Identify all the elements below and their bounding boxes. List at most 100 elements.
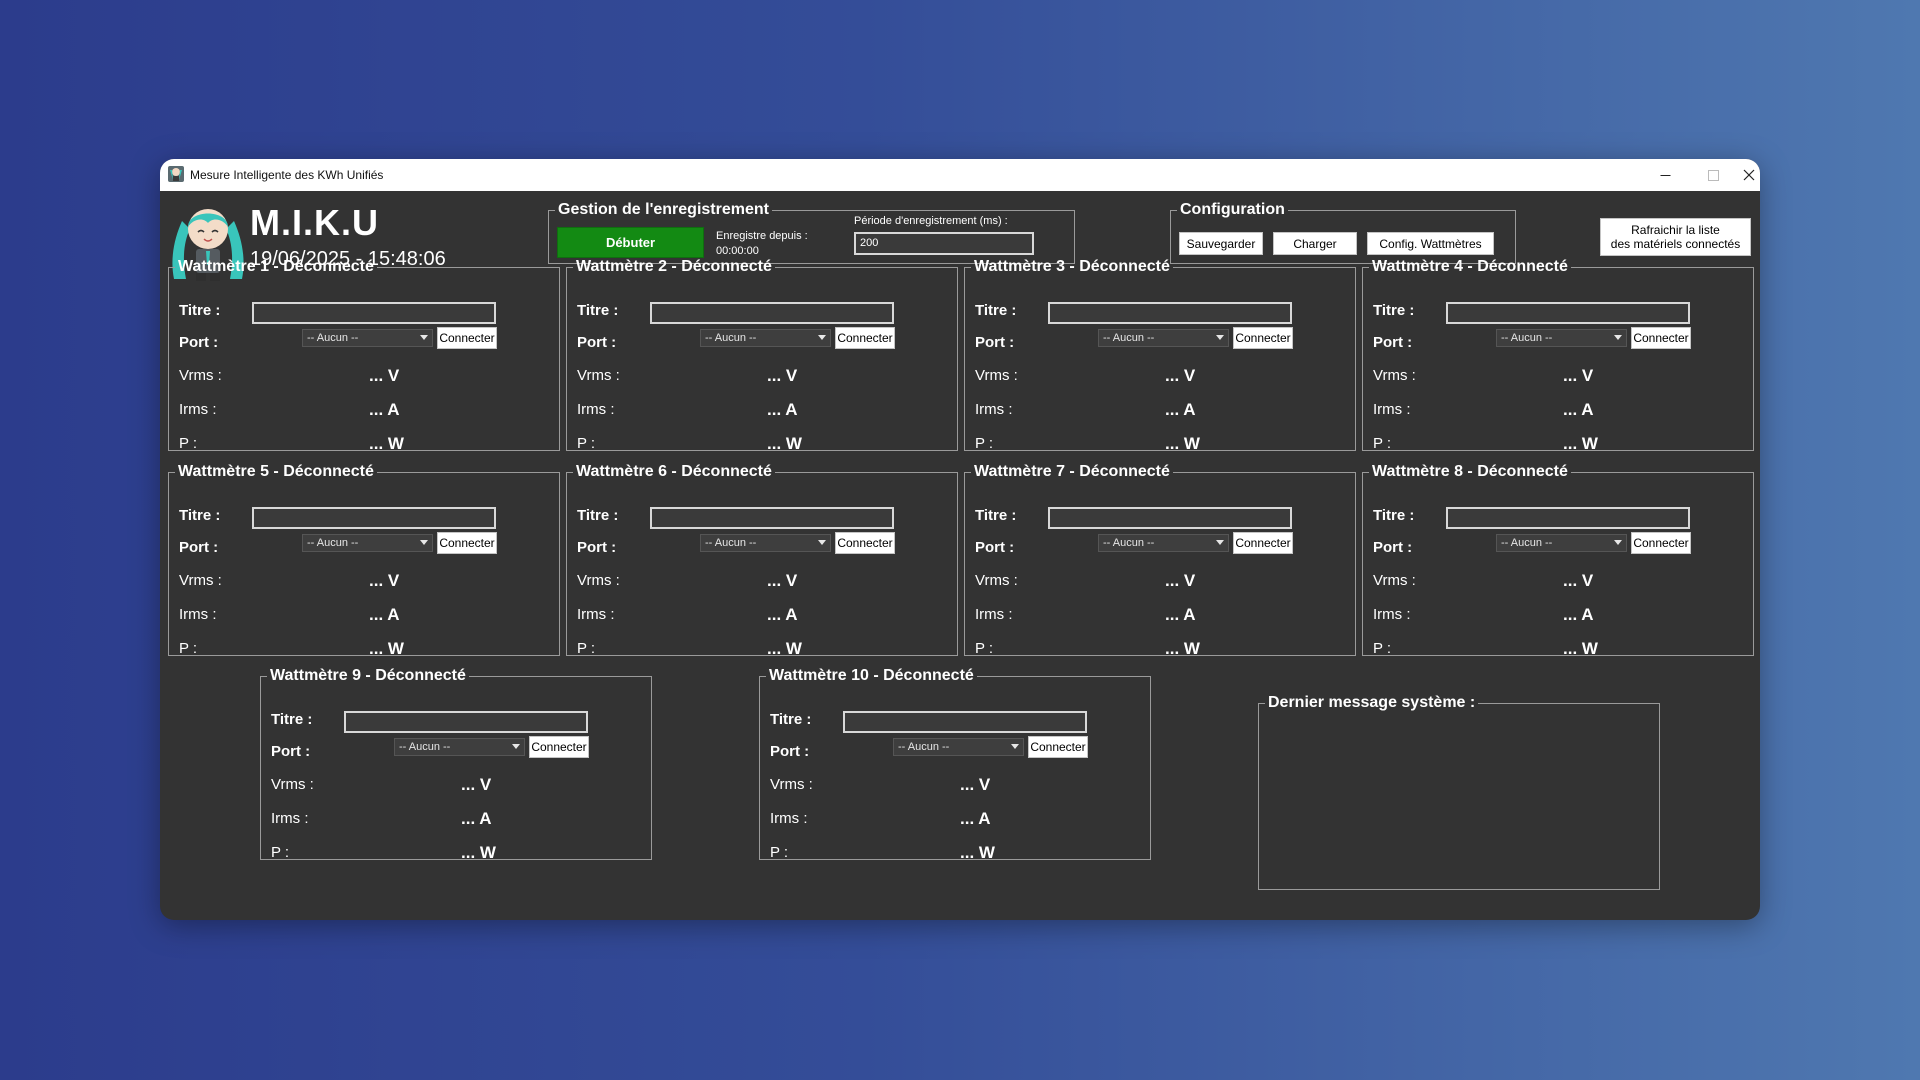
titre-label: Titre : bbox=[975, 507, 1017, 524]
wattmeter-title-input[interactable] bbox=[252, 302, 496, 324]
power-value: ... W bbox=[1165, 639, 1200, 658]
port-select[interactable]: -- Aucun -- bbox=[1496, 329, 1627, 347]
wattmeter-title-input[interactable] bbox=[252, 507, 496, 529]
wattmeter-legend: Wattmètre 6 - Déconnecté bbox=[576, 463, 772, 480]
vrms-value: ... V bbox=[960, 775, 991, 794]
system-message-group: Dernier message système : bbox=[1258, 694, 1660, 890]
irms-value: ... A bbox=[767, 605, 798, 624]
close-button[interactable] bbox=[1738, 159, 1760, 191]
port-select-value: -- Aucun -- bbox=[1501, 332, 1553, 344]
wattmeter-title-input[interactable] bbox=[1446, 302, 1690, 324]
irms-value: ... A bbox=[1563, 605, 1594, 624]
app-window: Mesure Intelligente des KWh Unifiés M.I.… bbox=[160, 159, 1760, 920]
irms-value: ... A bbox=[1165, 605, 1196, 624]
start-recording-button[interactable]: Débuter bbox=[557, 227, 704, 258]
port-select[interactable]: -- Aucun -- bbox=[700, 534, 831, 552]
load-button[interactable]: Charger bbox=[1273, 232, 1357, 255]
wattmeter-title-input[interactable] bbox=[843, 711, 1087, 733]
port-select[interactable]: -- Aucun -- bbox=[700, 329, 831, 347]
wattmeter-legend: Wattmètre 1 - Déconnecté bbox=[178, 258, 374, 275]
chevron-down-icon bbox=[420, 540, 428, 545]
port-select[interactable]: -- Aucun -- bbox=[1098, 534, 1229, 552]
power-label: P : bbox=[975, 435, 994, 452]
maximize-button[interactable] bbox=[1690, 159, 1736, 191]
port-select[interactable]: -- Aucun -- bbox=[394, 738, 525, 756]
wattmeter-panel-9: Wattmètre 9 - Déconnecté Titre : Port : -- … bbox=[260, 667, 652, 862]
wattmeter-panel-6: Wattmètre 6 - Déconnecté Titre : Port : -- … bbox=[566, 463, 958, 658]
vrms-label: Vrms : bbox=[975, 367, 1018, 384]
wattmeter-title-input[interactable] bbox=[1048, 302, 1292, 324]
connect-button[interactable]: Connecter bbox=[1631, 532, 1691, 554]
port-label: Port : bbox=[1373, 334, 1413, 351]
power-value: ... W bbox=[369, 434, 404, 453]
refresh-line-1: Rafraichir la liste bbox=[1631, 223, 1720, 237]
connect-button[interactable]: Connecter bbox=[1233, 327, 1293, 349]
vrms-value: ... V bbox=[1563, 366, 1594, 385]
titre-label: Titre : bbox=[975, 302, 1017, 319]
save-button[interactable]: Sauvegarder bbox=[1179, 232, 1263, 255]
refresh-devices-button[interactable]: Rafraichir la liste des matériels connec… bbox=[1600, 218, 1751, 256]
chevron-down-icon bbox=[1614, 335, 1622, 340]
connect-button[interactable]: Connecter bbox=[1233, 532, 1293, 554]
recording-legend: Gestion de l'enregistrement bbox=[558, 201, 769, 218]
maximize-icon bbox=[1707, 169, 1719, 181]
wattmeter-title-input[interactable] bbox=[1446, 507, 1690, 529]
connect-button[interactable]: Connecter bbox=[835, 532, 895, 554]
port-select[interactable]: -- Aucun -- bbox=[1098, 329, 1229, 347]
port-select-value: -- Aucun -- bbox=[705, 332, 757, 344]
wattmeter-legend: Wattmètre 3 - Déconnecté bbox=[974, 258, 1170, 275]
titre-label: Titre : bbox=[1373, 302, 1415, 319]
port-label: Port : bbox=[577, 539, 617, 556]
vrms-label: Vrms : bbox=[577, 367, 620, 384]
port-select[interactable]: -- Aucun -- bbox=[893, 738, 1024, 756]
power-label: P : bbox=[975, 640, 994, 657]
connect-button[interactable]: Connecter bbox=[835, 327, 895, 349]
minimize-button[interactable] bbox=[1642, 159, 1688, 191]
port-select[interactable]: -- Aucun -- bbox=[1496, 534, 1627, 552]
vrms-value: ... V bbox=[369, 366, 400, 385]
system-message-legend: Dernier message système : bbox=[1268, 694, 1476, 711]
port-select-value: -- Aucun -- bbox=[898, 741, 950, 753]
connect-button[interactable]: Connecter bbox=[437, 327, 497, 349]
connect-button[interactable]: Connecter bbox=[437, 532, 497, 554]
config-wattmeters-button[interactable]: Config. Wattmètres bbox=[1367, 232, 1494, 255]
power-value: ... W bbox=[767, 639, 802, 658]
vrms-label: Vrms : bbox=[271, 776, 314, 793]
irms-label: Irms : bbox=[271, 810, 309, 827]
irms-label: Irms : bbox=[770, 810, 808, 827]
wattmeter-panel-1: Wattmètre 1 - Déconnecté Titre : Port : -- … bbox=[168, 258, 560, 453]
recording-period-input[interactable]: 200 bbox=[854, 232, 1034, 255]
wattmeter-title-input[interactable] bbox=[344, 711, 588, 733]
connect-button[interactable]: Connecter bbox=[529, 736, 589, 758]
port-label: Port : bbox=[179, 539, 219, 556]
refresh-line-2: des matériels connectés bbox=[1610, 237, 1741, 251]
wattmeter-legend: Wattmètre 10 - Déconnecté bbox=[769, 667, 974, 684]
vrms-label: Vrms : bbox=[1373, 572, 1416, 589]
vrms-value: ... V bbox=[1165, 366, 1196, 385]
titre-label: Titre : bbox=[179, 302, 221, 319]
power-label: P : bbox=[577, 640, 596, 657]
vrms-value: ... V bbox=[461, 775, 492, 794]
wattmeter-title-input[interactable] bbox=[650, 302, 894, 324]
titre-label: Titre : bbox=[1373, 507, 1415, 524]
irms-label: Irms : bbox=[179, 606, 217, 623]
wattmeter-title-input[interactable] bbox=[650, 507, 894, 529]
app-name: M.I.K.U bbox=[250, 202, 379, 243]
wattmeter-legend: Wattmètre 9 - Déconnecté bbox=[270, 667, 466, 684]
irms-label: Irms : bbox=[179, 401, 217, 418]
close-icon bbox=[1743, 169, 1755, 181]
titre-label: Titre : bbox=[179, 507, 221, 524]
irms-value: ... A bbox=[960, 809, 991, 828]
connect-button[interactable]: Connecter bbox=[1028, 736, 1088, 758]
power-label: P : bbox=[1373, 640, 1392, 657]
wattmeter-legend: Wattmètre 7 - Déconnecté bbox=[974, 463, 1170, 480]
connect-button[interactable]: Connecter bbox=[1631, 327, 1691, 349]
wattmeter-title-input[interactable] bbox=[1048, 507, 1292, 529]
port-select[interactable]: -- Aucun -- bbox=[302, 534, 433, 552]
irms-label: Irms : bbox=[1373, 606, 1411, 623]
port-select[interactable]: -- Aucun -- bbox=[302, 329, 433, 347]
vrms-value: ... V bbox=[1563, 571, 1594, 590]
vrms-label: Vrms : bbox=[179, 572, 222, 589]
wattmeter-legend: Wattmètre 8 - Déconnecté bbox=[1372, 463, 1568, 480]
irms-label: Irms : bbox=[577, 401, 615, 418]
